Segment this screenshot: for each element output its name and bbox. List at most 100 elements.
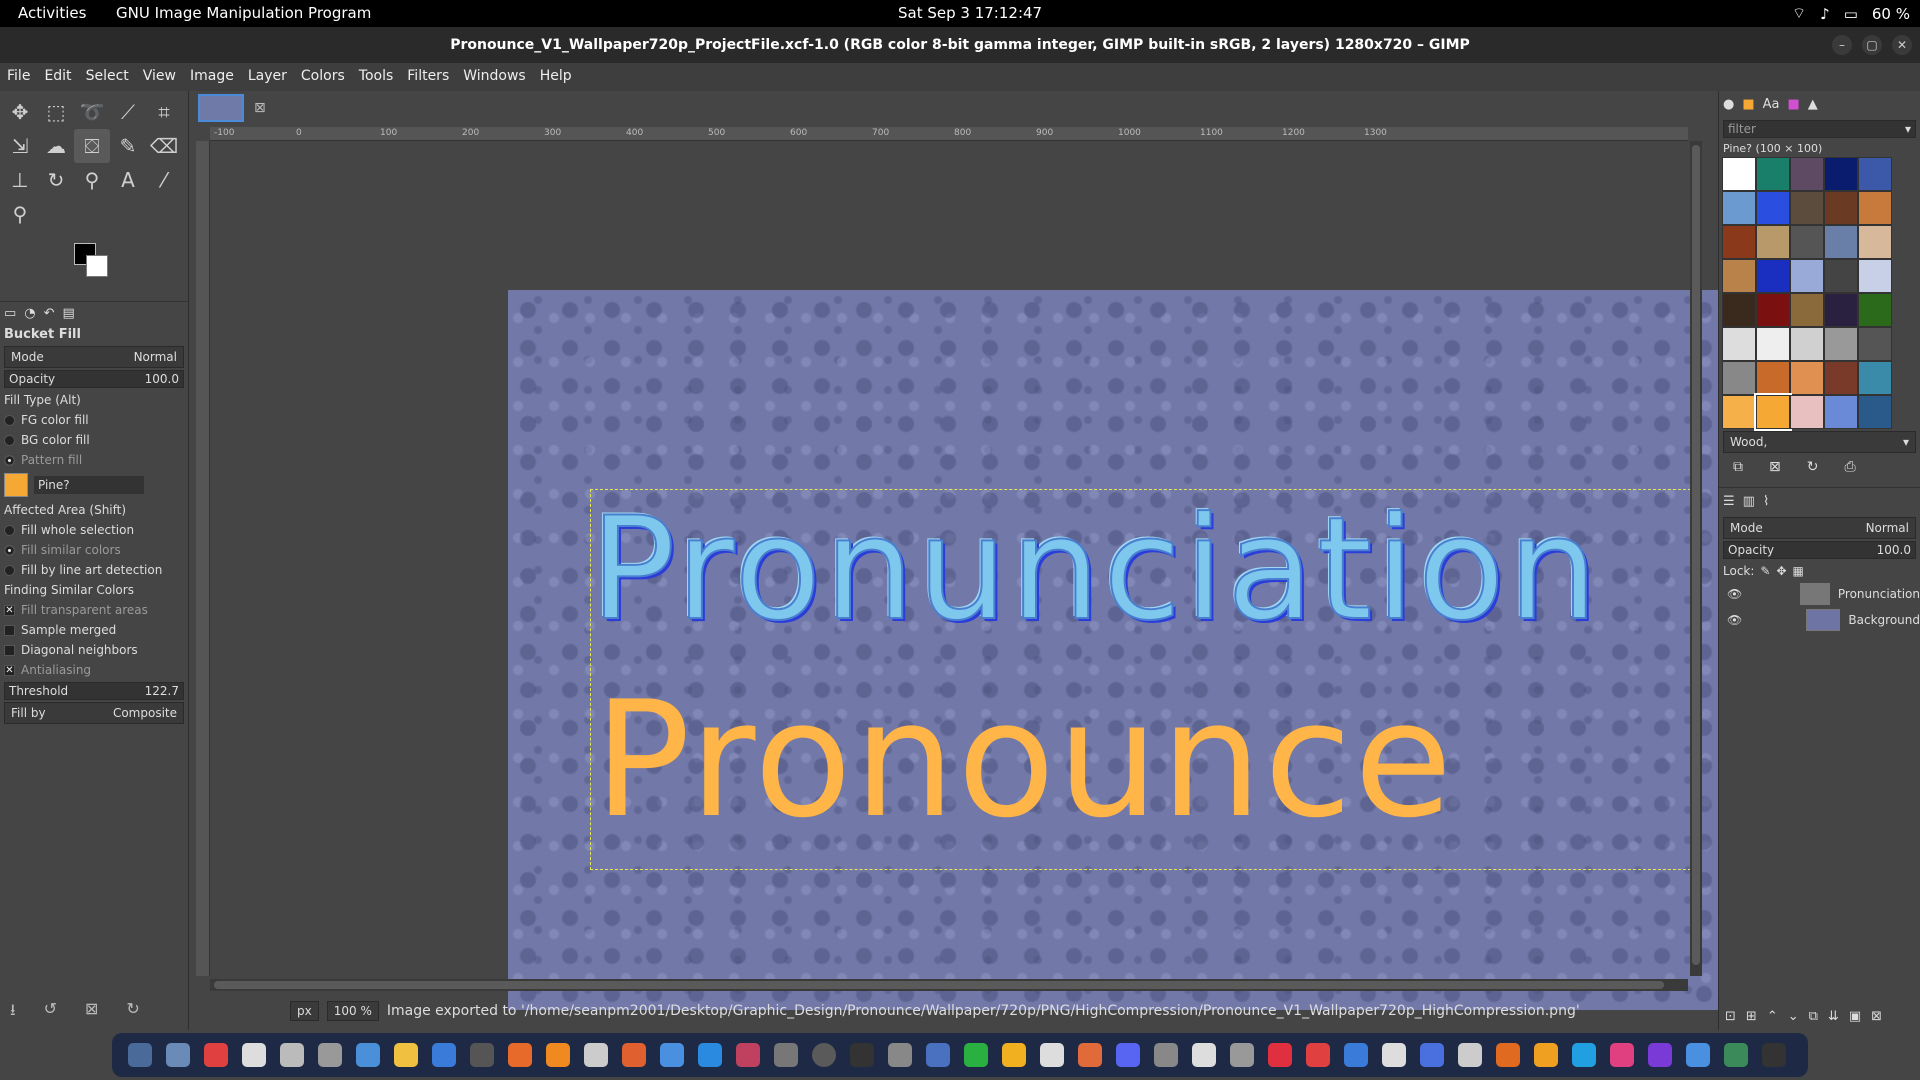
selection-marquee[interactable] <box>590 489 1691 870</box>
pattern-swatch[interactable] <box>1858 395 1892 429</box>
antialias-checkbox[interactable]: ✕ <box>4 664 15 676</box>
rect-select-icon[interactable]: ⬚ <box>38 95 74 129</box>
device-status-tab-icon[interactable]: ◔ <box>24 306 35 321</box>
system-tray[interactable]: ⌔ ♪ ▭ 60 % <box>1792 4 1910 23</box>
pattern-swatch-selected[interactable] <box>1754 393 1792 431</box>
pattern-swatch[interactable] <box>1790 259 1824 293</box>
monitor-icon[interactable] <box>736 1043 760 1067</box>
pattern-swatch[interactable] <box>1790 361 1824 395</box>
sample-merged-option[interactable]: Sample merged <box>0 620 188 640</box>
pattern-swatch[interactable] <box>1756 361 1790 395</box>
pattern-swatch[interactable] <box>1824 327 1858 361</box>
pattern-swatch[interactable] <box>1756 191 1790 225</box>
menu-edit[interactable]: Edit <box>37 63 78 91</box>
restore-options-icon[interactable]: ↺ <box>44 999 57 1026</box>
discord-icon[interactable] <box>1116 1043 1140 1067</box>
new-group-icon[interactable]: ⊞ <box>1746 1009 1757 1024</box>
move-tool-icon[interactable]: ✥ <box>2 95 38 129</box>
writer-icon[interactable] <box>242 1043 266 1067</box>
bucket-fill-icon[interactable]: ⛋ <box>74 129 110 163</box>
software-icon[interactable] <box>622 1043 646 1067</box>
save-options-icon[interactable]: ⭳ <box>10 999 16 1026</box>
activities-button[interactable]: Activities <box>18 4 86 22</box>
unit-dropdown[interactable]: px <box>290 1001 319 1021</box>
impress-icon[interactable] <box>1078 1043 1102 1067</box>
lock-alpha-icon[interactable]: ▦ <box>1793 564 1804 578</box>
app-menu[interactable]: GNU Image Manipulation Program <box>116 4 371 22</box>
horizontal-scrollbar[interactable] <box>210 979 1688 991</box>
zotero-icon[interactable] <box>1420 1043 1444 1067</box>
pattern-swatch[interactable] <box>1722 327 1756 361</box>
lock-pixels-icon[interactable]: ✎ <box>1760 564 1770 578</box>
pattern-swatch[interactable] <box>1858 225 1892 259</box>
paths-icon[interactable]: ⚲ <box>74 163 110 197</box>
menu-layer[interactable]: Layer <box>241 63 294 91</box>
transparent-areas-checkbox[interactable]: ✕ <box>4 604 15 616</box>
pattern-swatch[interactable] <box>4 473 28 497</box>
video-icon[interactable] <box>1306 1043 1330 1067</box>
pattern-swatch[interactable] <box>1722 395 1756 429</box>
threshold-slider[interactable]: Threshold 122.7 <box>4 682 184 700</box>
vlc-icon[interactable] <box>546 1043 570 1067</box>
bg-fill-radio[interactable] <box>4 434 15 446</box>
brushes-tab-icon[interactable]: ● <box>1723 97 1734 112</box>
settings-icon[interactable] <box>584 1043 608 1067</box>
pattern-fill-option[interactable]: Pattern fill <box>0 450 188 470</box>
close-tab-icon[interactable]: ⊠ <box>254 100 266 116</box>
horizontal-scroll-thumb[interactable] <box>214 981 1664 989</box>
inkscape-icon[interactable] <box>850 1043 874 1067</box>
fg-fill-radio[interactable] <box>4 414 15 426</box>
bg-fill-option[interactable]: BG color fill <box>0 430 188 450</box>
fill-by-dropdown[interactable]: Fill by Composite <box>4 702 184 724</box>
console-icon[interactable] <box>470 1043 494 1067</box>
tor-icon[interactable] <box>1648 1043 1672 1067</box>
horizontal-ruler[interactable]: -100 0 100 200 300 400 500 600 700 800 9… <box>210 127 1688 141</box>
duplicate-layer-icon[interactable]: ⧉ <box>1809 1009 1818 1024</box>
transform-icon[interactable]: ⇲ <box>2 129 38 163</box>
pattern-selector[interactable]: Pine? <box>0 470 188 500</box>
delete-pattern-icon[interactable]: ⊠ <box>1769 459 1781 475</box>
fuzzy-select-icon[interactable]: ⟋ <box>110 95 146 129</box>
pattern-swatch[interactable] <box>1756 157 1790 191</box>
zoom-icon[interactable]: ⚲ <box>2 197 38 231</box>
extension-icon[interactable] <box>1686 1043 1710 1067</box>
warp-icon[interactable]: ☁ <box>38 129 74 163</box>
menu-select[interactable]: Select <box>79 63 136 91</box>
media-icon[interactable] <box>1496 1043 1520 1067</box>
game-icon[interactable] <box>1534 1043 1558 1067</box>
help-icon[interactable] <box>698 1043 722 1067</box>
pattern-tag-dropdown[interactable]: Wood, ▾ <box>1723 431 1916 453</box>
tool-options-tab-icon[interactable]: ▭ <box>4 306 16 321</box>
new-layer-icon[interactable]: ⊡ <box>1725 1009 1736 1024</box>
trash-icon[interactable] <box>1724 1043 1748 1067</box>
pattern-swatch[interactable] <box>1824 395 1858 429</box>
fonts-tab-icon[interactable]: Aa <box>1763 97 1780 112</box>
viewer-icon[interactable] <box>1192 1043 1216 1067</box>
pattern-swatch[interactable] <box>1756 259 1790 293</box>
menu-image[interactable]: Image <box>183 63 241 91</box>
vertical-scrollbar[interactable] <box>1690 141 1702 976</box>
pattern-fill-radio[interactable] <box>4 454 15 466</box>
record-icon[interactable] <box>1268 1043 1292 1067</box>
pattern-swatch[interactable] <box>1858 293 1892 327</box>
close-button[interactable]: ✕ <box>1892 35 1912 55</box>
pattern-swatch[interactable] <box>1756 293 1790 327</box>
menu-view[interactable]: View <box>136 63 183 91</box>
pattern-swatch[interactable] <box>1824 225 1858 259</box>
clock[interactable]: Sat Sep 3 17:12:47 <box>898 4 1042 22</box>
pattern-swatch[interactable] <box>1790 293 1824 327</box>
pattern-swatch[interactable] <box>1756 225 1790 259</box>
whole-selection-radio[interactable] <box>4 524 15 536</box>
pattern-swatch[interactable] <box>1858 327 1892 361</box>
minimize-button[interactable]: – <box>1832 35 1852 55</box>
layer-mode-dropdown[interactable]: Mode Normal <box>1723 517 1916 539</box>
show-apps-icon[interactable] <box>1762 1043 1786 1067</box>
vertical-scroll-thumb[interactable] <box>1692 145 1700 965</box>
patterns-tab-icon[interactable]: ■ <box>1742 97 1754 112</box>
firefox-icon[interactable] <box>508 1043 532 1067</box>
diagonal-option[interactable]: Diagonal neighbors <box>0 640 188 660</box>
terminal-icon[interactable] <box>128 1043 152 1067</box>
pattern-swatch[interactable] <box>1722 259 1756 293</box>
menu-filters[interactable]: Filters <box>400 63 456 91</box>
image-canvas[interactable]: Pronunciation Pronounce <box>508 290 1789 1010</box>
